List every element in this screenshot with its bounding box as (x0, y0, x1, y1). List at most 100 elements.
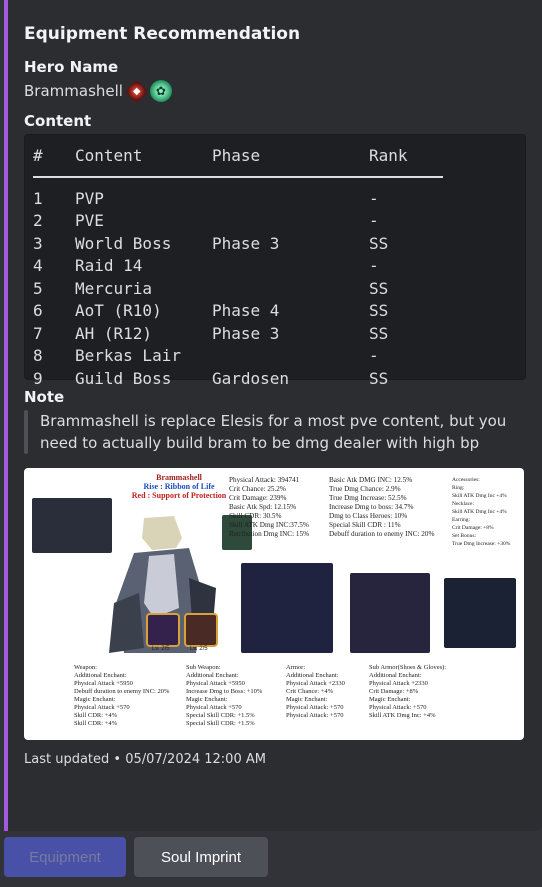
row-content: Guild Boss (75, 368, 172, 388)
image-text-line: Sub Armor(Shoes & Gloves): (369, 664, 447, 671)
table-row: 4 Raid 14 - (33, 255, 517, 278)
image-text-line: True Dmg Chance: 2.9% (329, 485, 401, 493)
image-text-line: Crit Chance: +4% (286, 688, 333, 695)
table-row: 5 Mercuria SS (33, 278, 517, 301)
row-phase: Gardosen (212, 368, 290, 388)
embed-title: Equipment Recommendation (24, 24, 301, 44)
red-element-icon: ◆ (124, 78, 149, 104)
equipment-grid-panel (32, 498, 112, 553)
row-rank: - (369, 188, 379, 208)
equipment-build-image[interactable]: Brammashell Rise : Ribbon of Life Red : … (24, 468, 524, 740)
image-text-line: Accessories: (452, 477, 480, 483)
equipment-button[interactable]: Equipment (4, 837, 126, 877)
content-label: Content (24, 112, 92, 130)
image-text-line: Additional Enchant: (186, 672, 239, 679)
image-text-line: Crit Damage: 239% (229, 494, 287, 502)
table-row: 2 PVE - (33, 210, 517, 233)
image-text-line: Skill ATK Dmg INC:37.5% (229, 521, 309, 529)
image-text-line: Physical Attack +2330 (369, 680, 428, 687)
stats-column-3: Accessories: Ring: Skill ATK Dmg Inc +4% Ne… (452, 476, 510, 548)
image-text-line: Physical Attack: +570 (286, 704, 344, 711)
table-row: 9 Guild Boss Gardosen SS (33, 368, 517, 391)
image-text-line: Crit Damage: +8% (369, 688, 419, 695)
image-text-line: Magic Enchant: (286, 696, 328, 703)
image-text-line: Skill ATK Dmg Inc +4% (452, 509, 507, 515)
row-content: World Boss (75, 233, 172, 253)
table-row: 1 PVP - (33, 188, 517, 211)
image-text-line: Basic Atk Spd: 12.15% (229, 503, 297, 511)
weapon-enchant-block: Weapon: Additional Enchant: Physical Attac… (74, 664, 169, 728)
image-text-line: Basic Atk DMG INC: 12.5% (329, 476, 413, 484)
row-num: 4 (33, 256, 43, 275)
row-content: Mercuria (75, 278, 153, 298)
armor-enchant-block: Armor: Additional Enchant: Physical Attack… (286, 664, 345, 720)
image-text-line: Additional Enchant: (286, 672, 339, 679)
image-text-line: Magic Enchant: (369, 696, 411, 703)
image-text-line: Physical Attack: +570 (369, 704, 427, 711)
image-text-line: Special Skill CDR: +1.5% (186, 712, 255, 719)
image-text-line: True Dmg Increase: +30% (452, 541, 511, 547)
image-hero-title-block: Brammashell Rise : Ribbon of Life Red : … (124, 473, 234, 500)
row-rank: SS (369, 301, 389, 320)
image-text-line: Retribution Dmg INC: 15% (229, 530, 310, 538)
soul-panel-1 (241, 563, 333, 653)
soul-imprint-button[interactable]: Soul Imprint (134, 837, 268, 877)
table-divider (33, 175, 443, 178)
row-rank: - (369, 346, 379, 365)
image-text-line: Set Bonus: (452, 533, 476, 539)
image-text-line: Skill CDR: 30.5% (229, 512, 282, 520)
header-rank: Rank (369, 146, 408, 165)
stats-column-2: Basic Atk DMG INC: 12.5% True Dmg Chance:… (329, 476, 434, 539)
image-text-line: Dmg to Class Heroes: 10% (329, 512, 408, 520)
subarmor-enchant-block: Sub Armor(Shoes & Gloves): Additional Enc… (369, 664, 446, 720)
note-text: Brammashell is replace Elesis for a most… (40, 412, 507, 452)
row-content: PVE (75, 211, 104, 230)
row-phase: Phase 3 (212, 323, 280, 343)
row-num: 5 (33, 278, 43, 298)
header-phase: Phase (212, 146, 261, 165)
row-rank: - (369, 211, 379, 230)
image-text-line: Magic Enchant: (74, 696, 116, 703)
table-header-row: # Content Phase Rank (33, 145, 517, 168)
footer-timestamp: Last updated • 05/07/2024 12:00 AM (24, 752, 266, 767)
row-num: 1 (33, 188, 43, 208)
image-hero-sub1: Rise : Ribbon of Life (143, 482, 215, 491)
soul-panel-2 (350, 573, 430, 653)
green-class-icon: ✿ (149, 80, 172, 102)
hero-name-row: Brammashell ◆ ✿ (24, 78, 526, 104)
row-content: Berkas Lair (75, 346, 181, 365)
row-phase (212, 278, 369, 301)
table-row: 3 World Boss Phase 3 SS (33, 233, 517, 256)
header-num: # (33, 146, 43, 165)
row-phase (212, 255, 369, 278)
row-num: 2 (33, 211, 43, 230)
stats-column-1: Physical Attack: 394741 Crit Chance: 25.2… (229, 476, 309, 539)
image-text-line: Additional Enchant: (369, 672, 422, 679)
image-text-line: Physical Attack: 394741 (229, 476, 300, 484)
image-text-line: Physical Attack +2330 (286, 680, 345, 687)
equipment-embed: Equipment Recommendation Hero Name Bramm… (4, 0, 542, 831)
action-buttons: Equipment Soul Imprint (4, 837, 268, 877)
image-text-line: Ring: (452, 485, 465, 491)
row-num: 8 (33, 346, 43, 365)
hero-name-label: Hero Name (24, 58, 119, 76)
image-text-line: Armor: (286, 664, 306, 671)
row-content: AH (R12) (75, 323, 153, 343)
image-text-line: Physical Attack: +570 (286, 712, 344, 719)
header-content: Content (75, 146, 143, 165)
table-body: 1 PVP - 2 PVE - 3 World Boss Phase 3 SS 4 Raid 14 - 5… (33, 188, 517, 391)
note-label: Note (24, 388, 65, 406)
image-text-line: Debuff duration to enemy INC: 20% (329, 530, 435, 538)
table-row: 6 AoT (R10) Phase 4 SS (33, 300, 517, 323)
quote-bar (24, 410, 28, 454)
image-text-line: True Dmg Increase: 52.5% (329, 494, 407, 502)
row-num: 6 (33, 301, 43, 320)
table-row: 8 Berkas Lair - (33, 345, 517, 368)
hero-name-value: Brammashell (24, 82, 123, 100)
skill-icon-right (184, 613, 218, 647)
image-text-line: Physical Attack +5950 (74, 680, 133, 687)
image-text-line: Increase Dmg to Boss: +10% (186, 688, 263, 695)
row-phase: Phase 4 (212, 301, 280, 320)
soul-panel-3 (444, 578, 516, 648)
row-phase (212, 345, 369, 368)
